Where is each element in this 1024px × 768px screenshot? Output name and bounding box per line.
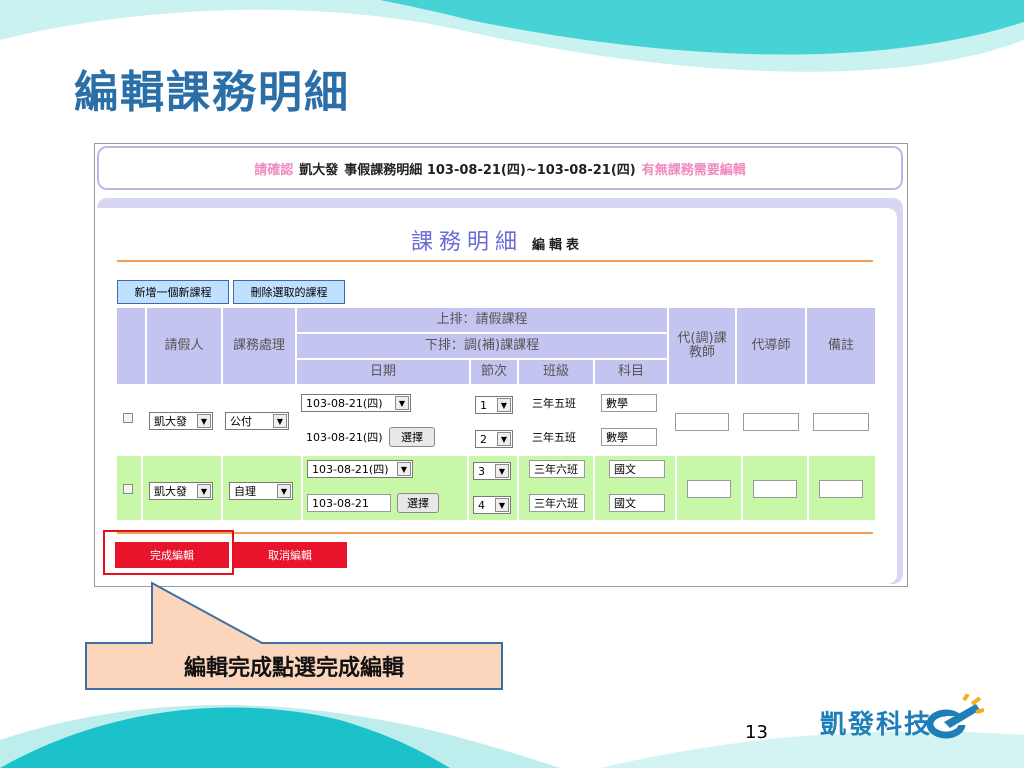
brand-name: 凱發科技 [820,710,933,740]
callout-text: 編輯完成點選完成編輯 [183,656,404,681]
brand-logo-icon [926,694,984,739]
page-number: 13 [745,722,768,743]
